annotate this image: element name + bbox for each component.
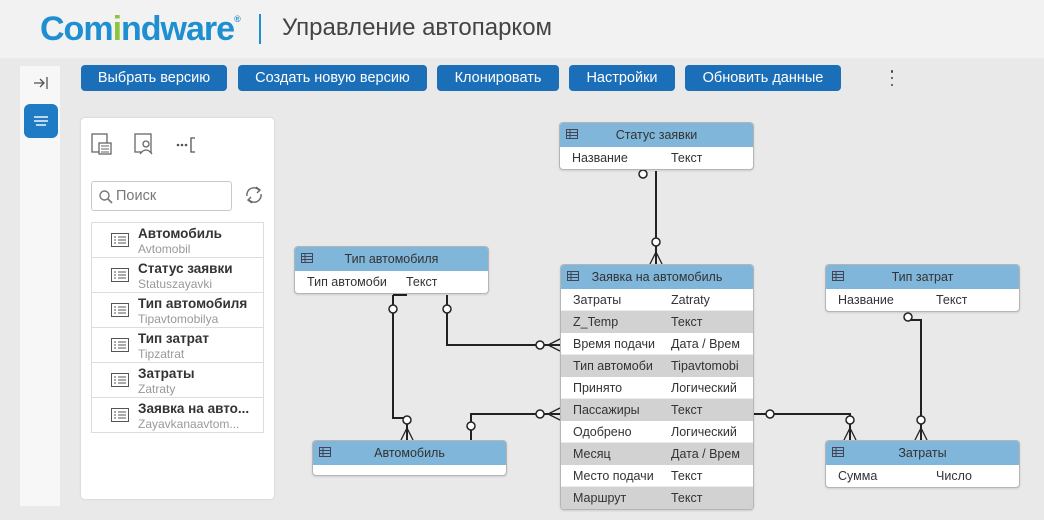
entity-field: Название Текст bbox=[572, 151, 703, 165]
entity-field: Принято Логический bbox=[561, 377, 753, 399]
expand-arrow-icon bbox=[34, 77, 48, 89]
object-alias: Statuszayavki bbox=[138, 277, 213, 291]
entity-car[interactable]: Автомобиль bbox=[312, 440, 507, 476]
object-name: Заявка на авто... bbox=[138, 401, 250, 416]
entity-title: Заявка на автомобиль bbox=[591, 270, 723, 284]
page-title: Управление автопарком bbox=[282, 14, 553, 41]
menu-lines-icon bbox=[34, 116, 48, 126]
entity-field: Z_Temp Текст bbox=[561, 311, 753, 333]
entity-field: Место подачи Текст bbox=[561, 465, 753, 487]
list-icon bbox=[111, 338, 129, 352]
object-name: Затраты bbox=[138, 366, 195, 381]
entity-header: Затраты bbox=[826, 441, 1019, 465]
app-header: Comindware® Управление автопарком bbox=[0, 0, 1044, 58]
comindware-logo[interactable]: Comindware® bbox=[40, 10, 241, 49]
list-icon bbox=[111, 408, 129, 422]
list-icon bbox=[111, 303, 129, 317]
table-icon bbox=[832, 271, 844, 281]
list-icon bbox=[111, 233, 129, 247]
search-input[interactable] bbox=[116, 186, 226, 206]
entity-header: Заявка на автомобиль bbox=[561, 265, 753, 289]
create-version-button[interactable]: Создать новую версию bbox=[238, 65, 427, 91]
select-version-button[interactable]: Выбрать версию bbox=[81, 65, 227, 91]
object-name: Тип автомобиля bbox=[138, 296, 248, 311]
more-options-icon[interactable] bbox=[888, 70, 896, 86]
entity-header: Статус заявки bbox=[560, 123, 753, 147]
object-name: Статус заявки bbox=[138, 261, 233, 276]
menu-toggle-button[interactable] bbox=[24, 104, 58, 138]
entity-title: Автомобиль bbox=[374, 446, 445, 460]
object-alias: Zayavkanaavtom... bbox=[138, 417, 240, 431]
list-item[interactable]: Заявка на авто... Zayavkanaavtom... bbox=[91, 398, 264, 433]
list-item[interactable]: Автомобиль Avtomobil bbox=[91, 223, 264, 258]
entity-field: Сумма Число bbox=[838, 469, 972, 483]
table-icon bbox=[566, 129, 578, 139]
templates-icon[interactable] bbox=[90, 132, 114, 156]
entity-request[interactable]: Заявка на автомобиль Затраты Zatraty Z_Te… bbox=[560, 264, 754, 510]
search-field[interactable] bbox=[91, 181, 232, 211]
refresh-data-button[interactable]: Обновить данные bbox=[685, 65, 841, 91]
objects-panel: Автомобиль Avtomobil Статус заявки Statu… bbox=[81, 118, 274, 499]
entity-field: Название Текст bbox=[838, 293, 968, 307]
entity-field: Маршрут Текст bbox=[561, 487, 753, 509]
left-rail bbox=[20, 66, 60, 506]
entity-header: Тип затрат bbox=[826, 265, 1019, 289]
entity-header: Тип автомобиля bbox=[295, 247, 488, 271]
object-name: Тип затрат bbox=[138, 331, 209, 346]
header-divider bbox=[259, 14, 261, 44]
refresh-icon[interactable] bbox=[243, 184, 265, 206]
object-list: Автомобиль Avtomobil Статус заявки Statu… bbox=[91, 222, 264, 433]
list-icon bbox=[111, 268, 129, 282]
entity-cost-type[interactable]: Тип затрат Название Текст bbox=[825, 264, 1020, 312]
search-icon bbox=[99, 190, 113, 204]
object-alias: Tipzatrat bbox=[138, 347, 185, 361]
clone-button[interactable]: Клонировать bbox=[437, 65, 559, 91]
entity-title: Затраты bbox=[898, 446, 947, 460]
list-icon bbox=[111, 373, 129, 387]
more-templates-icon[interactable] bbox=[175, 132, 199, 156]
object-alias: Zatraty bbox=[138, 382, 176, 396]
entity-car-type[interactable]: Тип автомобиля Тип автомоби Текст bbox=[294, 246, 489, 294]
expand-sidebar-button[interactable] bbox=[24, 66, 58, 100]
entity-field: Тип автомоби Текст bbox=[307, 275, 438, 289]
table-icon bbox=[567, 271, 579, 281]
entity-header: Автомобиль bbox=[313, 441, 506, 465]
list-item[interactable]: Статус заявки Statuszayavki bbox=[91, 258, 264, 293]
entity-title: Тип автомобиля bbox=[344, 252, 439, 266]
table-icon bbox=[301, 253, 313, 263]
object-name: Автомобиль bbox=[138, 226, 222, 241]
object-alias: Avtomobil bbox=[138, 242, 191, 256]
entity-field: Затраты Zatraty bbox=[561, 289, 753, 311]
table-icon bbox=[832, 447, 844, 457]
list-item[interactable]: Тип затрат Tipzatrat bbox=[91, 328, 264, 363]
settings-button[interactable]: Настройки bbox=[569, 65, 675, 91]
entity-field: Время подачи Дата / Врем bbox=[561, 333, 753, 355]
entity-status[interactable]: Статус заявки Название Текст bbox=[559, 122, 754, 170]
entity-field: Тип автомоби Tipavtomobi bbox=[561, 355, 753, 377]
list-item[interactable]: Тип автомобиля Tipavtomobilya bbox=[91, 293, 264, 328]
entity-title: Тип затрат bbox=[891, 270, 954, 284]
entity-field: Одобрено Логический bbox=[561, 421, 753, 443]
table-icon bbox=[319, 447, 331, 457]
list-item[interactable]: Затраты Zatraty bbox=[91, 363, 264, 398]
entity-field: Месяц Дата / Врем bbox=[561, 443, 753, 465]
object-alias: Tipavtomobilya bbox=[138, 312, 219, 326]
entity-title: Статус заявки bbox=[615, 128, 698, 142]
user-template-icon[interactable] bbox=[133, 132, 157, 156]
entity-field: Пассажиры Текст bbox=[561, 399, 753, 421]
entity-costs[interactable]: Затраты Сумма Число bbox=[825, 440, 1020, 488]
